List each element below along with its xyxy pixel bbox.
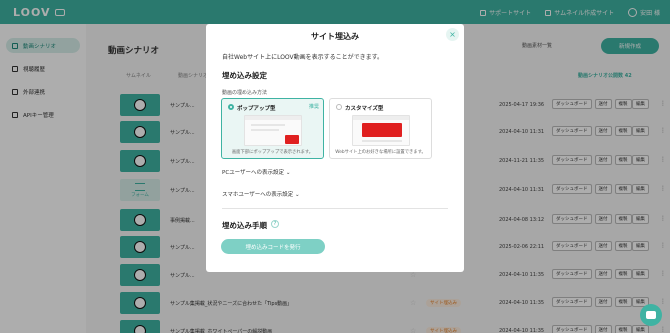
divider <box>222 208 448 209</box>
option-popup-desc: 画面下部にポップアップで表示されます。 <box>231 150 314 155</box>
custom-preview-image <box>352 115 410 146</box>
chat-icon <box>646 311 656 319</box>
option-custom-name: カスタマイズ型 <box>345 106 384 112</box>
sp-display-settings-toggle[interactable]: スマホユーザーへの表示設定 ⌄ <box>222 190 300 198</box>
chat-button[interactable] <box>640 304 662 326</box>
embed-modal: サイト埋込み × 自社Webサイト上にLOOV動画を表示することができます。 埋… <box>206 24 464 272</box>
sp-toggle-label: スマホユーザーへの表示設定 <box>222 192 294 198</box>
radio-custom[interactable] <box>336 104 342 110</box>
radio-popup[interactable] <box>228 104 234 110</box>
modal-title: サイト埋込み <box>311 32 359 41</box>
option-custom[interactable]: カスタマイズ型 Webサイト上のお好きな場所に設置できます。 <box>329 98 432 159</box>
issue-embed-code-button[interactable]: 埋め込みコードを発行 <box>221 239 325 254</box>
pc-toggle-label: PCユーザーへの表示設定 <box>222 170 285 176</box>
chevron-down-icon: ⌄ <box>294 192 300 198</box>
recommended-badge: 推奨 <box>308 104 319 110</box>
option-popup-name: ポップアップ型 <box>237 106 276 112</box>
option-popup[interactable]: ポップアップ型 推奨 画面下部にポップアップで表示されます。 <box>221 98 324 159</box>
option-custom-desc: Webサイト上のお好きな場所に設置できます。 <box>335 150 426 155</box>
embed-settings-heading: 埋め込み設定 <box>222 71 267 80</box>
chevron-down-icon: ⌄ <box>285 170 291 176</box>
close-icon[interactable]: × <box>446 28 459 41</box>
embed-method-label: 動画の埋め込み方法 <box>222 90 268 96</box>
pc-display-settings-toggle[interactable]: PCユーザーへの表示設定 ⌄ <box>222 168 290 176</box>
modal-intro: 自社Webサイト上にLOOV動画を表示することができます。 <box>222 54 384 61</box>
help-icon[interactable]: ? <box>271 220 279 228</box>
embed-steps-heading: 埋め込み手順 <box>222 221 267 230</box>
popup-preview-image <box>244 115 302 146</box>
